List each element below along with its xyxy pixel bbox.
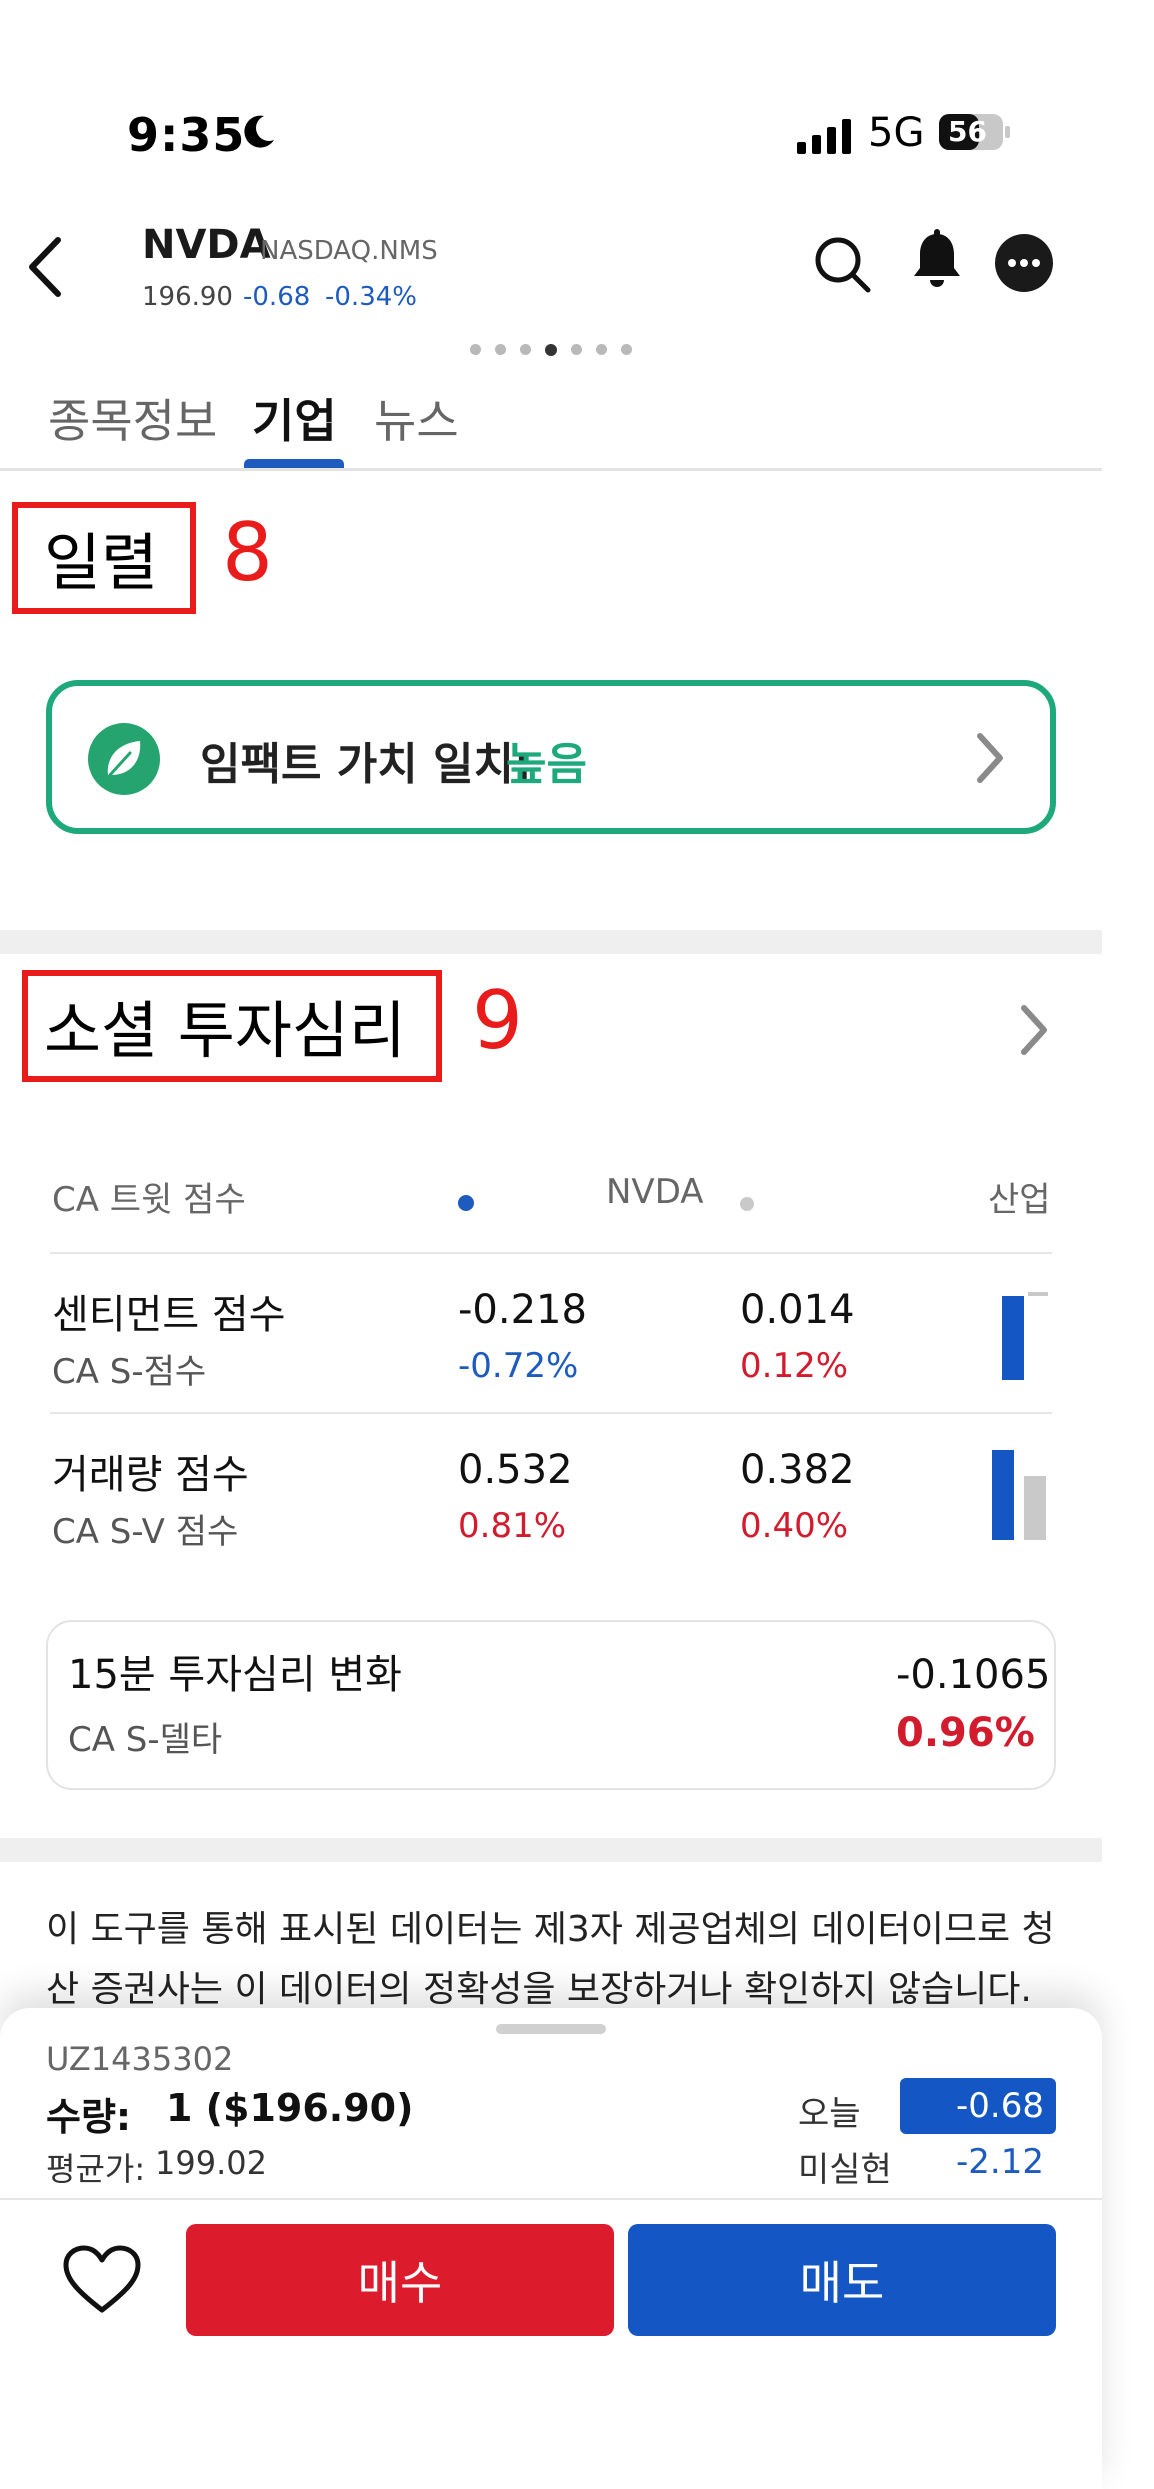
- delta-value: -0.1065: [896, 1652, 1051, 1698]
- last-price: 196.90: [142, 282, 233, 312]
- industry-pct: 0.12%: [740, 1346, 849, 1386]
- chevron-right-icon[interactable]: [972, 728, 1008, 788]
- industry-value: 0.382: [740, 1447, 855, 1493]
- unrealized-label: 미실현: [798, 2150, 892, 2190]
- row-subtitle: CA S-점수: [52, 1352, 207, 1392]
- impact-label: 임팩트 가치 일치:: [200, 739, 532, 790]
- back-icon[interactable]: [22, 232, 70, 302]
- more-icon[interactable]: [995, 234, 1053, 292]
- ticker-symbol: NVDA: [142, 222, 271, 268]
- exchange-label: NASDAQ.NMS: [260, 236, 438, 266]
- industry-volume-bar: [1024, 1476, 1046, 1540]
- network-label: 5G: [868, 110, 925, 156]
- tab-news[interactable]: 뉴스: [374, 385, 459, 451]
- section-title-social-sentiment: 소셜 투자심리: [44, 994, 406, 1067]
- price-change: -0.68: [243, 282, 311, 312]
- tab-stock-info[interactable]: 종목정보: [48, 385, 217, 451]
- page-dot[interactable]: [621, 344, 632, 355]
- chevron-right-icon[interactable]: [1016, 1000, 1052, 1060]
- nvda-pct: -0.72%: [458, 1346, 579, 1386]
- quantity-label: 수량:: [46, 2095, 132, 2139]
- leaf-icon: [88, 723, 160, 795]
- tab-divider: [0, 468, 1102, 471]
- page-dot-active[interactable]: [545, 344, 557, 356]
- nvda-pct: 0.81%: [458, 1506, 567, 1546]
- price-change-pct: -0.34%: [325, 282, 417, 312]
- battery-icon: 56: [938, 112, 1012, 152]
- table-header-tweet-score: CA 트윗 점수: [52, 1180, 246, 1220]
- unrealized-value: -2.12: [956, 2142, 1044, 2182]
- buy-button[interactable]: 매수: [186, 2224, 614, 2336]
- nvda-legend-dot: [458, 1195, 474, 1211]
- industry-legend-dot: [740, 1197, 754, 1211]
- page-indicator[interactable]: [470, 344, 632, 358]
- sheet-divider: [0, 2198, 1102, 2200]
- industry-score-bar: [1028, 1292, 1048, 1296]
- annotation-number-8: 8: [222, 506, 273, 599]
- delta-subtitle: CA S-델타: [68, 1720, 223, 1760]
- industry-value: 0.014: [740, 1287, 855, 1333]
- nvda-value: 0.532: [458, 1447, 573, 1493]
- nvda-volume-bar: [992, 1450, 1014, 1540]
- table-header-industry: 산업: [988, 1180, 1051, 1220]
- row-divider: [50, 1252, 1052, 1254]
- page-dot[interactable]: [571, 344, 582, 355]
- quantity-value: 1 ($196.90): [166, 2086, 414, 2130]
- status-time: 9:35: [127, 108, 246, 162]
- section-divider: [0, 1838, 1102, 1862]
- industry-pct: 0.40%: [740, 1506, 849, 1546]
- row-divider: [50, 1412, 1052, 1414]
- page-dot[interactable]: [470, 344, 481, 355]
- table-header-nvda: NVDA: [606, 1172, 704, 1212]
- signal-icon: [797, 119, 851, 154]
- row-subtitle: CA S-V 점수: [52, 1512, 239, 1552]
- page-dot[interactable]: [596, 344, 607, 355]
- avg-price-value: 199.02: [155, 2144, 267, 2182]
- tab-company[interactable]: 기업: [252, 385, 337, 451]
- sell-button[interactable]: 매도: [628, 2224, 1056, 2336]
- battery-level: 56: [948, 115, 987, 148]
- section-title-history: 일렬: [44, 526, 159, 599]
- today-label: 오늘: [798, 2094, 861, 2134]
- moon-icon: [244, 115, 274, 148]
- page-dot[interactable]: [495, 344, 506, 355]
- row-title: 센티먼트 점수: [52, 1292, 286, 1338]
- annotation-number-9: 9: [472, 974, 523, 1067]
- row-title: 거래량 점수: [52, 1452, 249, 1498]
- impact-value: 높음: [506, 739, 587, 790]
- nvda-value: -0.218: [458, 1287, 587, 1333]
- delta-pct: 0.96%: [896, 1710, 1035, 1756]
- active-tab-indicator: [244, 459, 344, 468]
- today-value: -0.68: [956, 2086, 1044, 2126]
- account-number: UZ1435302: [46, 2040, 234, 2078]
- delta-title: 15분 투자심리 변화: [68, 1652, 402, 1698]
- sheet-drag-handle[interactable]: [496, 2024, 606, 2034]
- heart-icon[interactable]: [62, 2244, 142, 2316]
- nvda-score-bar: [1002, 1296, 1024, 1380]
- search-icon[interactable]: [812, 232, 874, 298]
- section-divider: [0, 930, 1102, 954]
- bell-icon[interactable]: [906, 228, 968, 294]
- avg-price-label: 평균가:: [46, 2150, 146, 2188]
- page-dot[interactable]: [520, 344, 531, 355]
